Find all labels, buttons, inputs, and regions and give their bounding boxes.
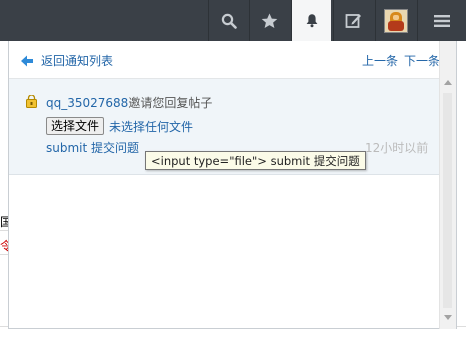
- scroll-down-arrow-icon[interactable]: [444, 315, 452, 320]
- next-link[interactable]: 下一条: [404, 52, 440, 69]
- star-icon: [261, 13, 278, 28]
- back-label: 返回通知列表: [41, 54, 114, 68]
- notification-message: 邀请您回复帖子: [128, 96, 213, 110]
- submit-question-link[interactable]: submit 提交问题: [46, 139, 139, 156]
- notification-panel: 返回通知列表 上一条 下一条 qq_35027688邀请您回复帖子 选择文件 未…: [8, 41, 457, 329]
- arrow-left-icon: [21, 55, 33, 66]
- back-to-list-link[interactable]: 返回通知列表: [21, 52, 113, 69]
- menu-icon: [434, 14, 450, 27]
- avatar: [383, 8, 408, 33]
- scroll-thumb[interactable]: [443, 93, 452, 308]
- tooltip: <input type="file"> submit 提交问题: [145, 151, 366, 170]
- menu-button[interactable]: [417, 0, 466, 41]
- write-post-button[interactable]: [333, 0, 373, 41]
- profile-button[interactable]: [375, 0, 415, 41]
- lock-icon: [26, 95, 37, 108]
- panel-header: 返回通知列表 上一条 下一条: [9, 41, 440, 79]
- bell-icon: [306, 14, 317, 28]
- choose-file-button[interactable]: 选择文件: [46, 117, 105, 135]
- search-icon: [221, 13, 237, 29]
- notification-text: qq_35027688邀请您回复帖子: [46, 94, 212, 111]
- file-input: 选择文件 未选择任何文件: [46, 117, 193, 135]
- scroll-up-arrow-icon[interactable]: [444, 80, 452, 85]
- timestamp: 12小时以前: [365, 141, 429, 155]
- scrollbar[interactable]: [439, 41, 456, 329]
- prev-link[interactable]: 上一条: [362, 52, 398, 69]
- username-link[interactable]: qq_35027688: [46, 96, 128, 110]
- edit-icon: [345, 14, 361, 28]
- pager: 上一条 下一条: [362, 52, 440, 69]
- top-navbar: [0, 0, 466, 41]
- search-button[interactable]: [208, 0, 248, 41]
- favorites-button[interactable]: [249, 0, 289, 41]
- file-status-text: 未选择任何文件: [109, 119, 194, 134]
- notifications-button[interactable]: [291, 0, 331, 41]
